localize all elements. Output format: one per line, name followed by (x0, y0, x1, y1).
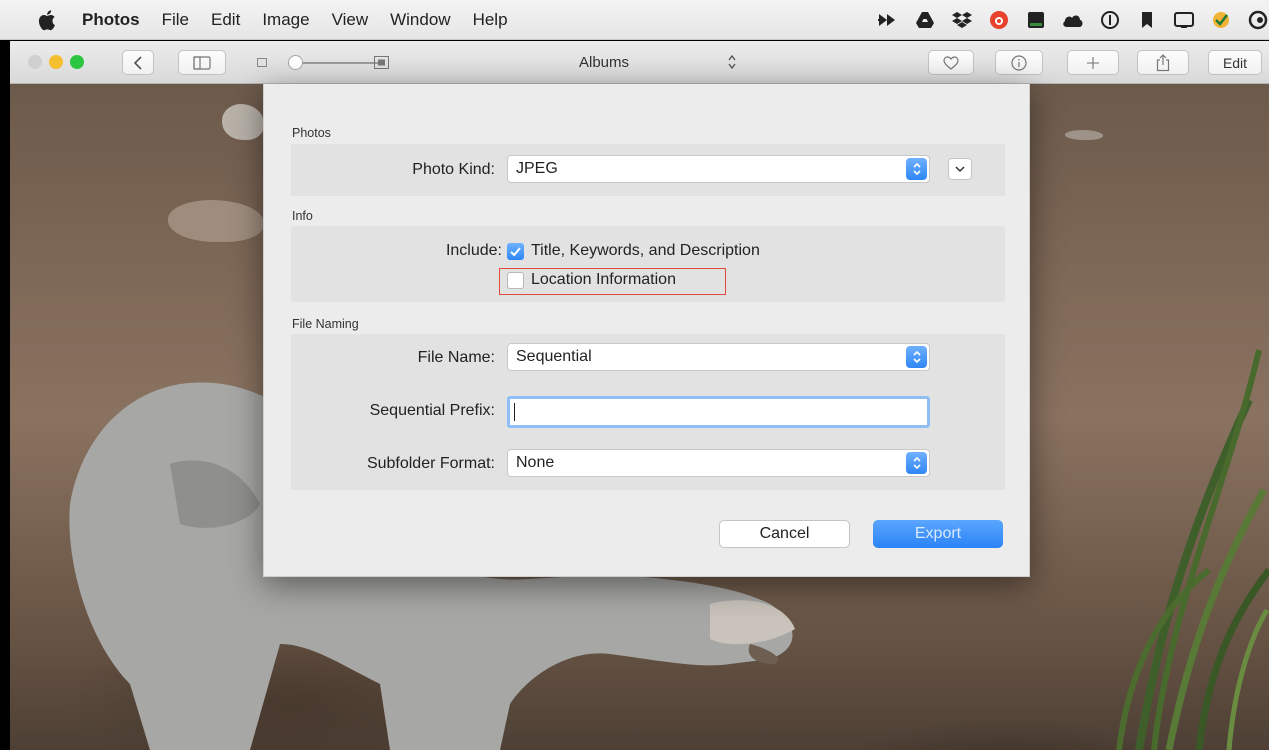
include-label: Include: (445, 242, 502, 259)
subfolder-format-value: None (516, 454, 555, 471)
chevron-left-icon (133, 55, 142, 70)
checkmark-icon (510, 247, 521, 257)
favorite-button[interactable] (928, 50, 974, 75)
menu-help[interactable]: Help (473, 10, 508, 30)
sequential-prefix-label: Sequential Prefix: (369, 402, 495, 419)
cancel-button[interactable]: Cancel (719, 520, 850, 548)
photo-kind-value: JPEG (516, 160, 558, 177)
edit-button-label: Edit (1222, 54, 1248, 71)
updown-arrow-icon (906, 346, 927, 368)
share-icon (1156, 53, 1170, 71)
zoom-small-icon (257, 58, 267, 67)
zoom-window-button[interactable] (70, 55, 84, 69)
export-button[interactable]: Export (873, 520, 1003, 548)
photo-kind-label: Photo Kind: (412, 161, 495, 178)
export-dialog: Photos Photo Kind: JPEG Info Include: Ti… (263, 84, 1030, 577)
onepassword-icon[interactable] (1099, 9, 1121, 31)
drive-icon[interactable] (914, 9, 936, 31)
back-button[interactable] (122, 50, 154, 75)
section-title-photos: Photos (292, 126, 331, 140)
menu-view[interactable]: View (332, 10, 369, 30)
location-highlight-box (499, 268, 726, 295)
export-button-label: Export (914, 525, 962, 542)
sidebar-toggle-button[interactable] (178, 50, 226, 75)
minimize-window-button[interactable] (49, 55, 63, 69)
share-button[interactable] (1137, 50, 1189, 75)
heart-icon (943, 55, 959, 70)
albums-popup[interactable]: Albums (557, 50, 753, 75)
info-button[interactable] (995, 50, 1043, 75)
photo-kind-popup[interactable]: JPEG (507, 155, 930, 183)
photo-kind-options-button[interactable] (948, 158, 972, 180)
creative-cloud-icon[interactable] (988, 9, 1010, 31)
zoom-large-icon (374, 56, 389, 69)
text-caret (514, 403, 515, 421)
add-button[interactable] (1067, 50, 1119, 75)
swirl-icon[interactable] (1247, 9, 1269, 31)
subfolder-format-popup[interactable]: None (507, 449, 930, 477)
display-icon[interactable] (1173, 9, 1195, 31)
menu-image[interactable]: Image (262, 10, 309, 30)
forward-arrow-icon[interactable] (877, 9, 899, 31)
title-keywords-checkbox[interactable] (507, 243, 524, 260)
cancel-button-label: Cancel (759, 525, 810, 542)
dropbox-icon[interactable] (951, 9, 973, 31)
info-icon (1011, 54, 1027, 71)
section-title-file-naming: File Naming (292, 317, 359, 331)
updown-arrow-icon (906, 452, 927, 474)
chevron-down-icon (955, 166, 965, 173)
title-keywords-label[interactable]: Title, Keywords, and Description (531, 242, 760, 260)
menu-edit[interactable]: Edit (211, 10, 240, 30)
grass (1116, 349, 1269, 750)
bookmark-icon[interactable] (1136, 9, 1158, 31)
menu-window[interactable]: Window (390, 10, 450, 30)
file-name-value: Sequential (516, 348, 592, 365)
file-name-label: File Name: (417, 349, 495, 366)
toolbar: Albums Edit (10, 41, 1269, 84)
updown-chevron-icon (728, 54, 736, 70)
checkmark-app-icon[interactable] (1210, 9, 1232, 31)
file-name-popup[interactable]: Sequential (507, 343, 930, 371)
zoom-slider-knob[interactable] (288, 55, 303, 70)
cloud-icon[interactable] (1062, 9, 1084, 31)
sidebar-icon (193, 55, 211, 70)
close-window-button[interactable] (28, 55, 42, 69)
menu-file[interactable]: File (162, 10, 189, 30)
menu-app-name[interactable]: Photos (82, 10, 140, 30)
section-title-info: Info (292, 209, 313, 223)
app-window-icon[interactable] (1025, 9, 1047, 31)
apple-logo-icon[interactable] (38, 9, 56, 31)
edit-button[interactable]: Edit (1208, 50, 1262, 75)
updown-arrow-icon (906, 158, 927, 180)
sequential-prefix-field[interactable] (507, 396, 930, 428)
albums-label: Albums (579, 54, 630, 71)
plus-icon (1087, 56, 1099, 69)
subfolder-format-label: Subfolder Format: (366, 455, 495, 472)
menu-bar: Photos File Edit Image View Window Help (0, 0, 1269, 40)
